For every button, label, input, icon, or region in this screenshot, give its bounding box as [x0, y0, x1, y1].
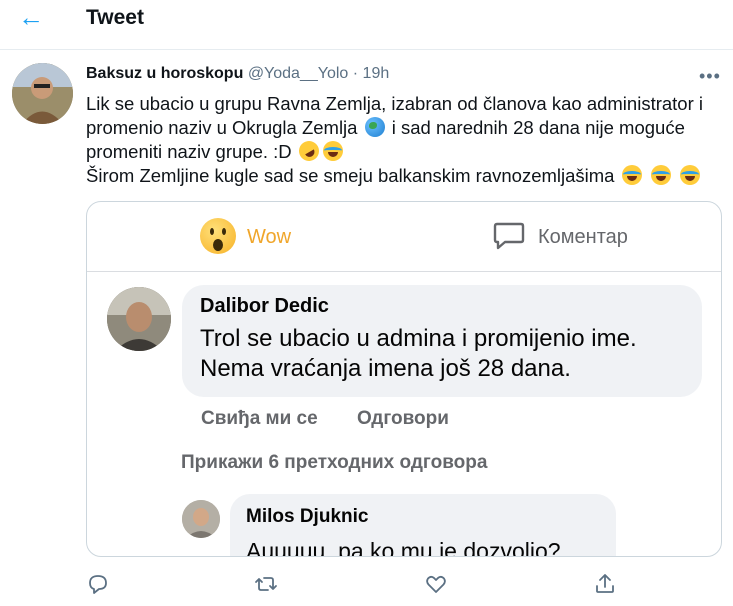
attached-image[interactable]: Wow Коментар Dalibor Dedic Trol se ubaci… [86, 201, 722, 557]
tweet-actions [0, 566, 733, 602]
share-icon[interactable] [593, 572, 617, 596]
tweet-line: promeniti naziv grupe. :D [86, 137, 721, 165]
tweet-time[interactable]: 19h [363, 65, 390, 82]
comment-actions: Свиђа ми се Одговори [201, 408, 483, 430]
commenter-name: Dalibor Dedic [200, 295, 329, 317]
top-bar: ← Tweet [0, 0, 733, 50]
reply-bubble: Milos Djuknic Auuuuu, pa,ko mu je dozvol… [230, 494, 616, 557]
reply-icon[interactable] [86, 572, 110, 596]
comment-line: Trol se ubacio u admina i promijenio ime… [200, 325, 637, 352]
commenter-avatar [107, 287, 171, 351]
wow-reaction-icon [200, 218, 236, 254]
tweet-line: Lik se ubacio u grupu Ravna Zemlja, izab… [86, 93, 703, 114]
reply-author-name: Milos Djuknic [246, 506, 369, 527]
meta-separator: · [352, 65, 359, 82]
tears-of-joy-emoji-icon [621, 165, 642, 185]
previous-replies-link: Прикажи 6 претходних одговора [181, 452, 488, 473]
comment-bubble: Dalibor Dedic Trol se ubacio u admina i … [182, 285, 702, 397]
comment-label: Коментар [538, 226, 628, 248]
page-title: Tweet [86, 6, 144, 29]
more-horizontal-icon[interactable]: ••• [699, 66, 721, 87]
rofl-emoji-icon [295, 137, 323, 165]
tweet-meta: Baksuz u horoskopu @Yoda__Yolo · 19h [86, 65, 389, 83]
tweet-text: Lik se ubacio u grupu Ravna Zemlja, izab… [86, 92, 721, 188]
retweet-icon[interactable] [254, 572, 278, 596]
reply-avatar [182, 500, 220, 538]
comment-text: Trol se ubacio u admina i promijenio ime… [200, 324, 684, 384]
author-name[interactable]: Baksuz u horoskopu [86, 65, 243, 82]
reply-text: Auuuuu, pa,ko mu je dozvolio? [246, 538, 561, 557]
tweet-line: promenio naziv u Okrugla Zemlja i sad na… [86, 116, 721, 140]
tweet-line-part: i sad narednih 28 dana nije moguće [391, 117, 685, 138]
like-link: Свиђа ми се [201, 408, 318, 429]
globe-emoji-icon [364, 117, 385, 137]
tears-of-joy-emoji-icon [650, 165, 671, 185]
comment-line: Nema vraćanja imena još 28 dana. [200, 355, 571, 382]
tweet-line-part: promeniti naziv grupe. :D [86, 141, 292, 162]
reaction-bar: Wow Коментар [87, 202, 721, 272]
tweet-line-part: Širom Zemljine kugle sad se smeju balkan… [86, 165, 615, 186]
arrow-left-icon[interactable]: ← [16, 4, 46, 30]
tears-of-joy-emoji-icon [322, 141, 343, 161]
tweet-line-part: promenio naziv u Okrugla Zemlja [86, 117, 358, 138]
reply-link: Одговори [356, 408, 449, 429]
comment-icon [493, 222, 525, 250]
like-icon[interactable] [424, 572, 448, 596]
avatar[interactable] [12, 63, 73, 124]
tears-of-joy-emoji-icon [679, 165, 700, 185]
wow-label: Wow [247, 226, 292, 248]
author-handle[interactable]: @Yoda__Yolo [248, 65, 349, 82]
tweet-line: Širom Zemljine kugle sad se smeju balkan… [86, 164, 721, 188]
